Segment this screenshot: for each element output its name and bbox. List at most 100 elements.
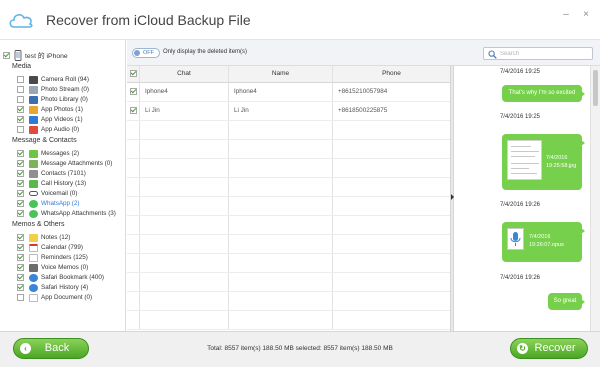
sidebar-item-messages[interactable]: Messages (2) [17, 149, 79, 158]
empty-cell [229, 254, 333, 272]
deleted-only-toggle[interactable]: OFF [132, 48, 160, 58]
sidebar-item-app-videos[interactable]: App Videos (1) [17, 115, 83, 124]
sidebar-item-app-document[interactable]: App Document (0) [17, 293, 92, 302]
camera-roll-icon [29, 75, 38, 84]
checkbox[interactable] [17, 180, 24, 187]
checkbox[interactable] [17, 150, 24, 157]
sidebar-item-label: Voicemail (0) [41, 190, 78, 197]
sidebar-item-label: Reminders (125) [41, 254, 88, 261]
checkbox[interactable] [17, 190, 24, 197]
table-row-empty [127, 216, 450, 235]
device-label: test 的 iPhone [25, 53, 68, 60]
column-header-chat[interactable]: Chat [140, 66, 229, 82]
audio-caption-file: 19:26:07.opus [529, 242, 564, 248]
empty-cell [229, 273, 333, 291]
row-checkbox-cell [127, 102, 140, 120]
sidebar-item-message-attachments[interactable]: Message Attachments (0) [17, 159, 112, 168]
checkbox[interactable] [17, 106, 24, 113]
toolbar: OFF Only display the deleted item(s) [127, 40, 600, 66]
empty-cell [127, 121, 140, 139]
sidebar-item-safari-bookmark[interactable]: Safari Bookmark (400) [17, 273, 104, 282]
empty-cell [140, 292, 229, 310]
empty-cell [140, 178, 229, 196]
empty-cell [333, 273, 450, 291]
chat-scrollbar[interactable] [590, 66, 600, 331]
sidebar-item-notes[interactable]: Notes (12) [17, 233, 70, 242]
checkbox[interactable] [17, 86, 24, 93]
empty-cell [127, 254, 140, 272]
title-bar: Recover from iCloud Backup File – × [0, 0, 600, 40]
sidebar-item-photo-library[interactable]: Photo Library (0) [17, 95, 88, 104]
checkbox[interactable] [17, 170, 24, 177]
table-row[interactable]: Iphone4 Iphone4 +8615210057984 [127, 83, 450, 102]
scrollbar-thumb[interactable] [593, 70, 598, 106]
table-row-empty [127, 254, 450, 273]
column-header-phone[interactable]: Phone [333, 66, 450, 82]
sidebar-item-app-photos[interactable]: App Photos (1) [17, 105, 83, 114]
checkbox[interactable] [17, 264, 24, 271]
table-row-empty [127, 235, 450, 254]
table-row-empty [127, 197, 450, 216]
empty-cell [140, 273, 229, 291]
sidebar-item-reminders[interactable]: Reminders (125) [17, 253, 88, 262]
row-checkbox[interactable] [129, 88, 137, 95]
device-checkbox[interactable] [3, 51, 10, 59]
sidebar-item-label: Safari History (4) [41, 284, 89, 291]
checkbox[interactable] [17, 284, 24, 291]
category-media: Media [12, 63, 32, 70]
category-memos-others: Memos & Others [12, 221, 65, 228]
audio-caption-date: 7/4/2016 [529, 234, 551, 240]
checkbox[interactable] [17, 274, 24, 281]
sidebar-item-call-history[interactable]: Call History (13) [17, 179, 86, 188]
empty-cell [140, 121, 229, 139]
search-box[interactable] [483, 47, 593, 60]
checkbox[interactable] [17, 160, 24, 167]
empty-cell [127, 159, 140, 177]
checkbox[interactable] [17, 254, 24, 261]
message-attachments-icon [29, 159, 38, 168]
sidebar-item-contacts[interactable]: Contacts (7101) [17, 169, 86, 178]
checkbox[interactable] [17, 116, 24, 123]
column-header-name[interactable]: Name [229, 66, 333, 82]
message-timestamp: 7/4/2016 19:25 [499, 114, 541, 120]
search-input[interactable] [500, 49, 588, 59]
safari-history-icon [29, 283, 38, 292]
sidebar-item-calendar[interactable]: Calendar (799) [17, 243, 83, 252]
sidebar-item-label: Call History (13) [41, 180, 87, 187]
minimize-button[interactable]: – [560, 9, 572, 20]
checkbox[interactable] [17, 210, 24, 217]
row-checkbox-cell [127, 83, 140, 101]
image-thumbnail-icon[interactable] [507, 140, 542, 180]
checkbox[interactable] [17, 234, 24, 241]
sidebar-item-camera-roll[interactable]: Camera Roll (94) [17, 75, 89, 84]
sidebar-item-voicemail[interactable]: Voicemail (0) [17, 189, 77, 198]
sidebar-item-whatsapp-attachments[interactable]: WhatsApp Attachments (3) [17, 209, 116, 218]
checkbox[interactable] [17, 96, 24, 103]
sidebar-item-app-audio[interactable]: App Audio (0) [17, 125, 79, 134]
sidebar-item-voice-memos[interactable]: Voice Memos (0) [17, 263, 88, 272]
device-row[interactable]: test 的 iPhone [3, 49, 68, 61]
select-all-checkbox[interactable] [129, 70, 137, 77]
checkbox[interactable] [17, 294, 24, 301]
empty-cell [333, 121, 450, 139]
sidebar-item-whatsapp[interactable]: WhatsApp (2) [17, 199, 80, 208]
toggle-knob [134, 50, 140, 56]
sidebar-item-safari-history[interactable]: Safari History (4) [17, 283, 88, 292]
close-button[interactable]: × [580, 9, 592, 20]
recover-button[interactable]: ↻ Recover [510, 338, 588, 359]
audio-file-icon[interactable] [507, 228, 524, 250]
sidebar-item-label: Notes (12) [41, 234, 71, 241]
checkbox[interactable] [17, 126, 24, 133]
row-checkbox[interactable] [129, 107, 137, 114]
whatsapp-icon [29, 199, 38, 208]
contacts-icon [29, 169, 38, 178]
checkbox[interactable] [17, 244, 24, 251]
empty-cell [333, 178, 450, 196]
sidebar-item-photo-stream[interactable]: Photo Stream (0) [17, 85, 89, 94]
table-row[interactable]: Li Jin Li Jin +8618500225875 [127, 102, 450, 121]
checkbox[interactable] [17, 76, 24, 83]
chat-preview: 7/4/2016 19:25 That's why I'm so excited… [454, 66, 600, 331]
sidebar-item-label: Safari Bookmark (400) [41, 274, 104, 281]
empty-cell [127, 311, 140, 329]
checkbox[interactable] [17, 200, 24, 207]
